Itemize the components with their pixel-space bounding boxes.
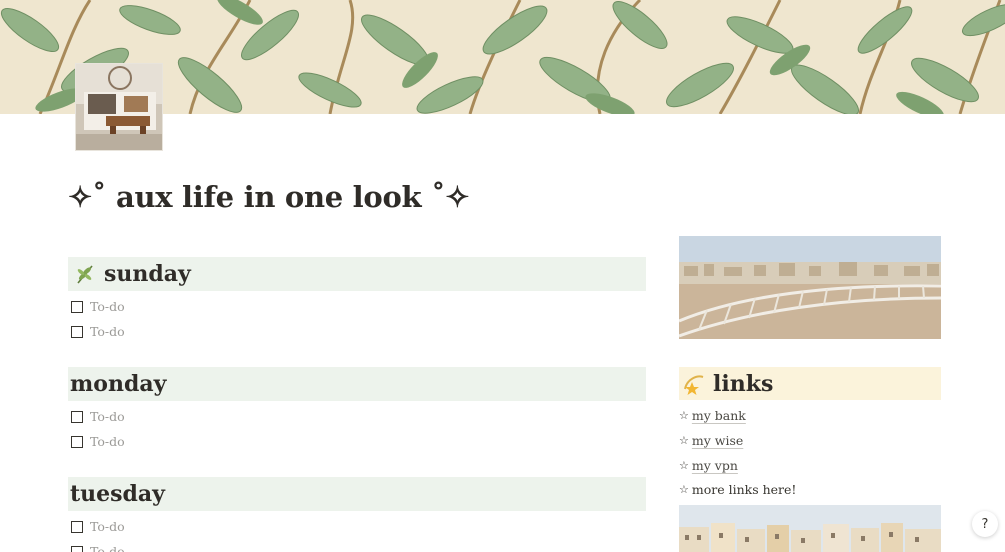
day-section-sunday: sunday To-do To-do	[68, 257, 646, 344]
todo-label[interactable]: To-do	[90, 519, 125, 534]
todo-item[interactable]: To-do	[68, 404, 646, 429]
todo-label[interactable]: To-do	[90, 544, 125, 552]
link-text[interactable]: my wise	[692, 433, 743, 448]
checkbox[interactable]	[71, 410, 83, 423]
city-rooftop-photo[interactable]	[679, 236, 941, 339]
checkbox[interactable]	[71, 300, 83, 313]
link-text[interactable]: my bank	[692, 408, 746, 423]
todo-label[interactable]: To-do	[90, 324, 125, 339]
todo-item[interactable]: To-do	[68, 514, 646, 539]
day-heading-label: monday	[70, 371, 167, 397]
todo-item[interactable]: To-do	[68, 294, 646, 319]
checkbox[interactable]	[71, 520, 83, 533]
day-heading[interactable]: sunday	[68, 257, 646, 291]
day-section-tuesday: tuesday To-do To-do	[68, 477, 646, 552]
herb-icon	[72, 261, 98, 287]
links-heading-label: links	[713, 370, 774, 397]
star-icon: ☆	[679, 433, 689, 447]
star-icon: ☆	[679, 482, 689, 496]
todo-label[interactable]: To-do	[90, 409, 125, 424]
bedroom-photo	[76, 64, 162, 150]
day-heading[interactable]: monday	[68, 367, 646, 401]
day-heading-label: tuesday	[70, 481, 165, 507]
todo-item[interactable]: To-do	[68, 539, 646, 552]
star-icon: ☆	[679, 458, 689, 472]
checkbox[interactable]	[71, 545, 83, 552]
link-item-my-wise[interactable]: ☆ my wise	[679, 429, 743, 451]
more-links-text: ☆ more links here!	[679, 478, 796, 500]
page-icon-image[interactable]	[75, 63, 163, 151]
todo-item[interactable]: To-do	[68, 429, 646, 454]
help-button[interactable]: ?	[972, 511, 998, 537]
day-heading-label: sunday	[104, 261, 191, 287]
link-item-my-vpn[interactable]: ☆ my vpn	[679, 454, 738, 476]
shooting-star-icon	[682, 372, 706, 396]
day-section-monday: monday To-do To-do	[68, 367, 646, 454]
star-icon: ☆	[679, 408, 689, 422]
checkbox[interactable]	[71, 325, 83, 338]
link-item-my-bank[interactable]: ☆ my bank	[679, 404, 746, 426]
waterfront-buildings-photo[interactable]	[679, 505, 941, 552]
todo-label[interactable]: To-do	[90, 434, 125, 449]
todo-label[interactable]: To-do	[90, 299, 125, 314]
page-title: ✧˚ aux life in one look ˚✧	[68, 180, 470, 214]
more-links-label: more links here!	[691, 481, 797, 497]
checkbox[interactable]	[71, 435, 83, 448]
link-text[interactable]: my vpn	[692, 458, 738, 473]
todo-item[interactable]: To-do	[68, 319, 646, 344]
day-heading[interactable]: tuesday	[68, 477, 646, 511]
links-heading[interactable]: links	[679, 367, 941, 400]
